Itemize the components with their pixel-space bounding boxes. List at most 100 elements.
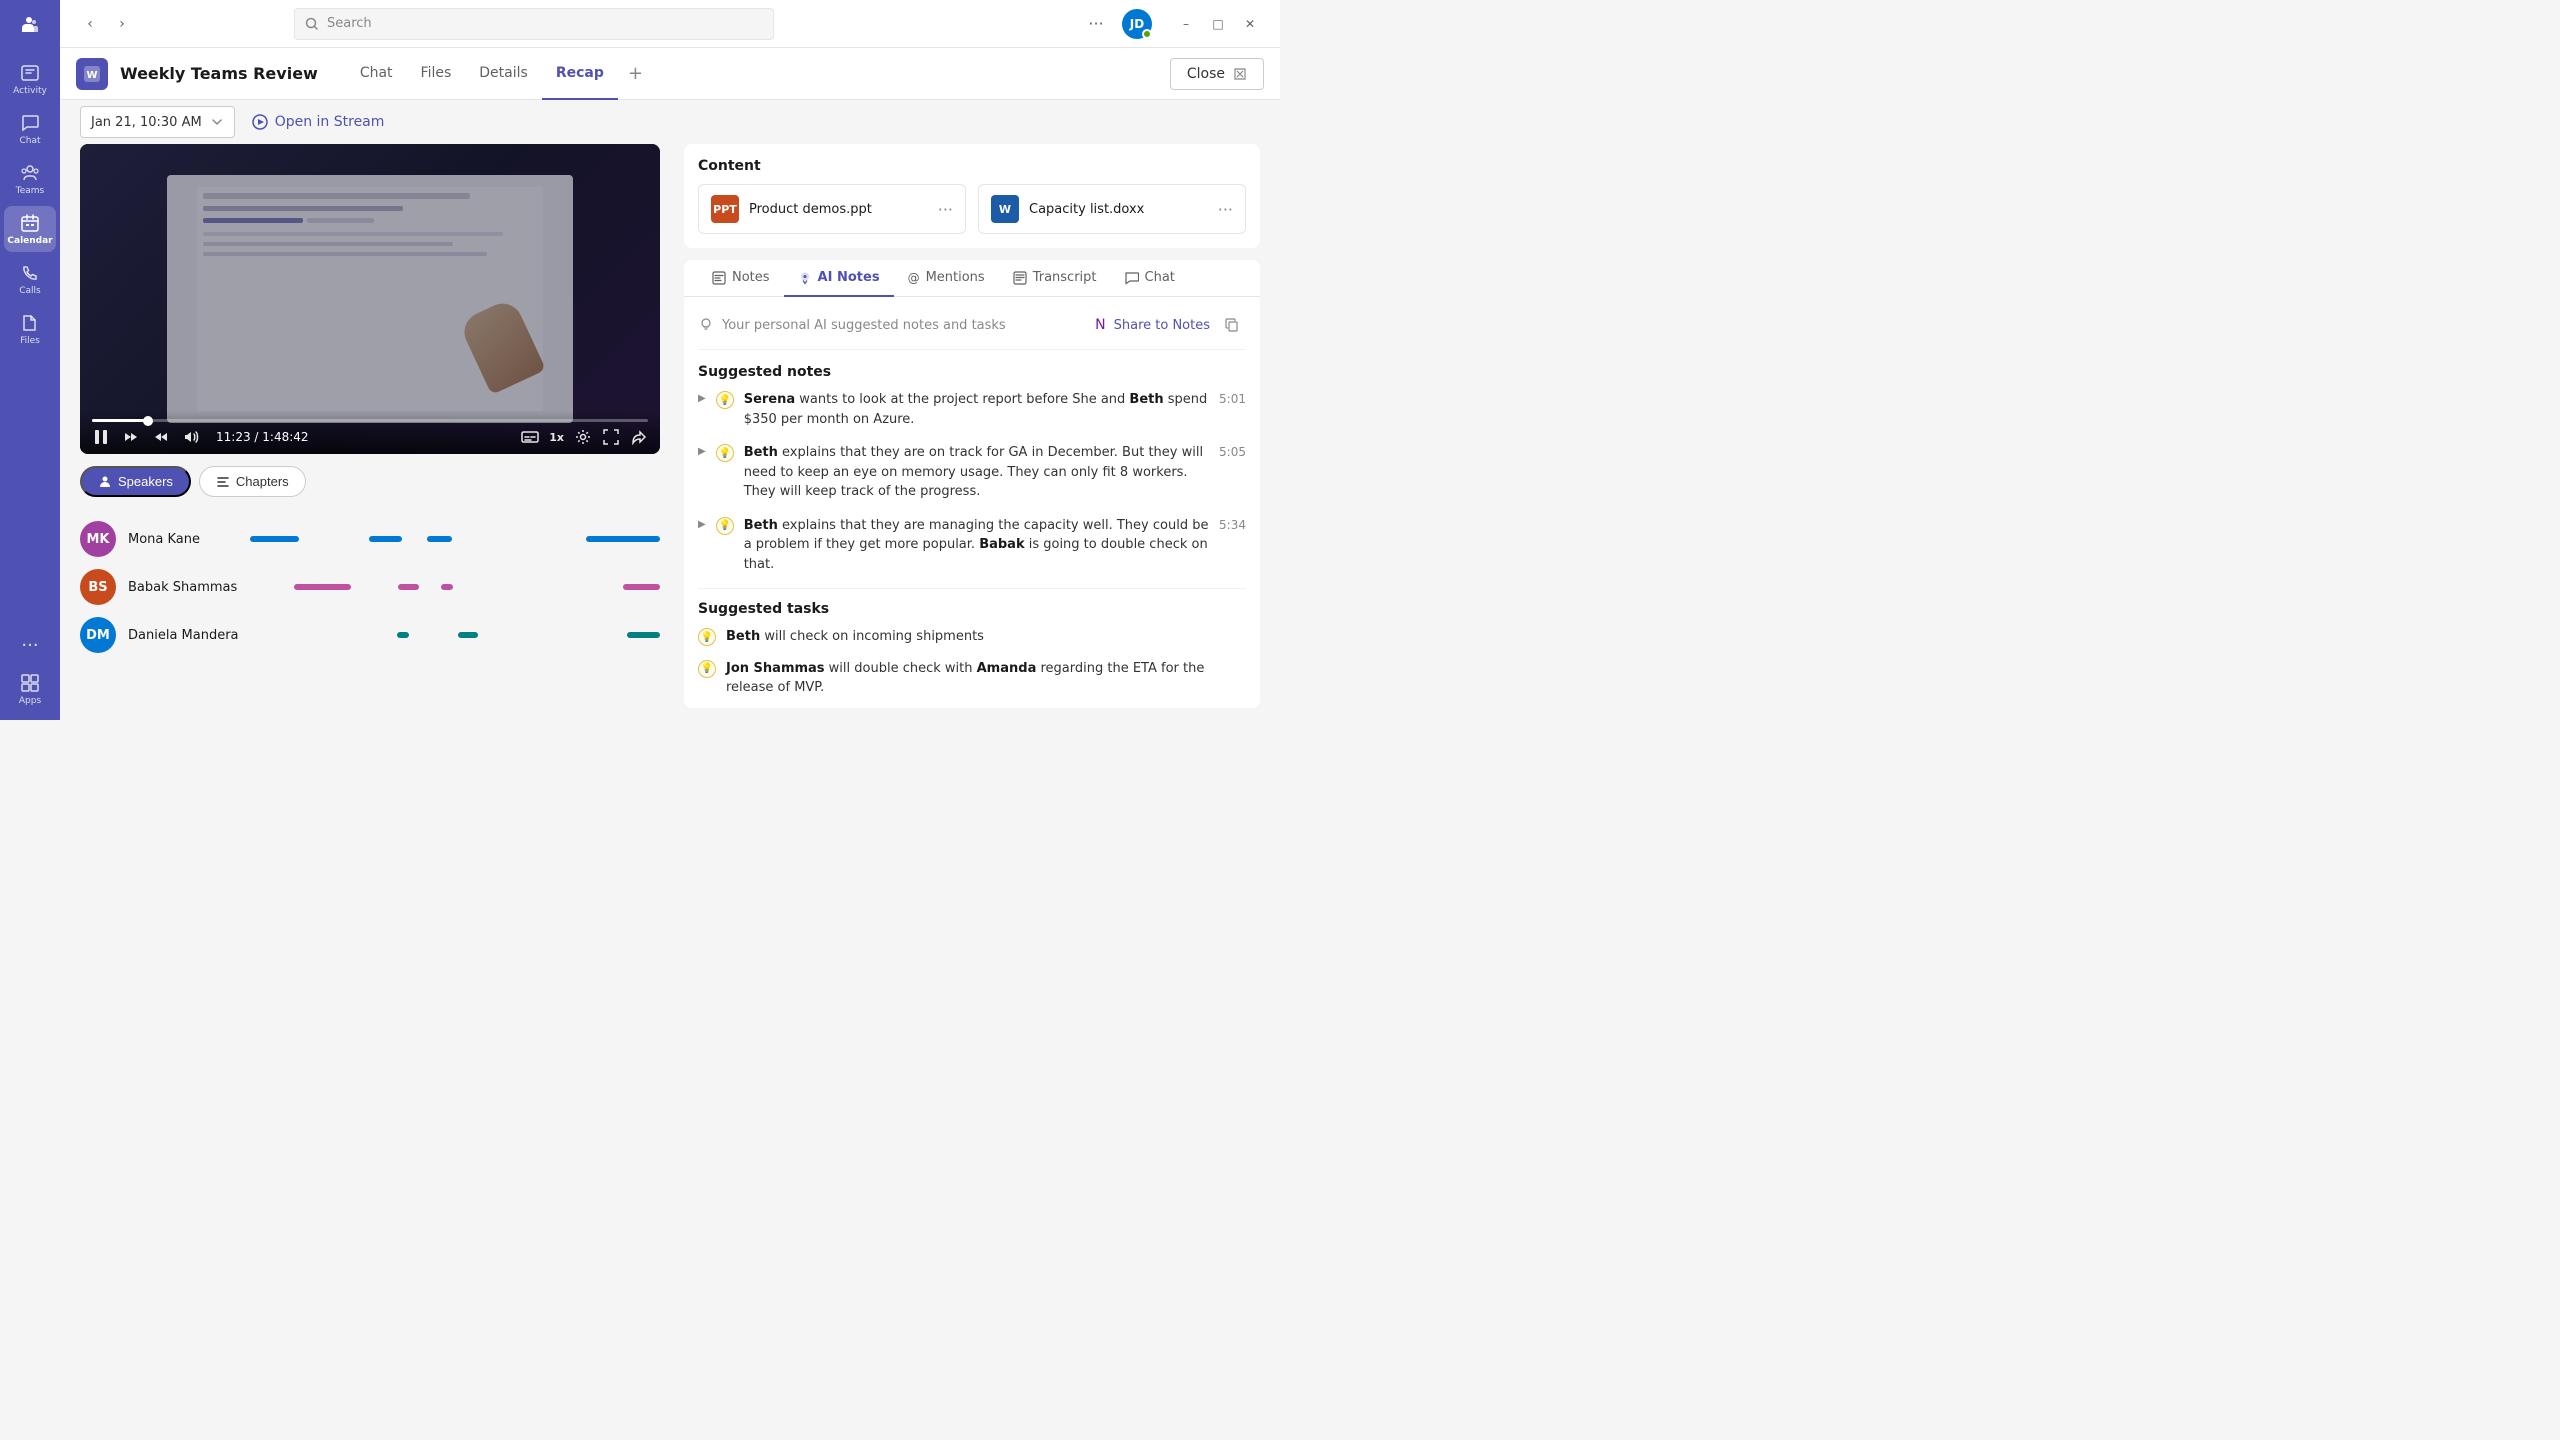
maximize-button[interactable]: □: [1204, 10, 1232, 38]
window-controls: – □ ✕: [1172, 10, 1264, 38]
note-item: ▶ 💡 Beth explains that they are on track…: [698, 443, 1246, 502]
note-expand-3[interactable]: ▶: [698, 519, 706, 530]
sidebar-item-teams-label: Teams: [16, 186, 44, 196]
sidebar-item-calls[interactable]: Calls: [4, 256, 56, 302]
note-time-2: 5:05: [1219, 445, 1246, 459]
minimize-button[interactable]: –: [1172, 10, 1200, 38]
close-window-button[interactable]: ✕: [1236, 10, 1264, 38]
more-options-icon[interactable]: ···: [15, 629, 44, 662]
sidebar-item-teams[interactable]: Teams: [4, 156, 56, 202]
divider: [698, 588, 1246, 589]
user-avatar[interactable]: JD: [1122, 9, 1152, 39]
ppt-more-button[interactable]: ···: [938, 200, 953, 219]
pause-button[interactable]: [92, 428, 110, 446]
suggested-tasks-title: Suggested tasks: [698, 601, 1246, 617]
speaker-row: MK Mona Kane: [80, 521, 660, 557]
speaker-avatar-daniela: DM: [80, 617, 116, 653]
open-in-stream-button[interactable]: Open in Stream: [251, 113, 385, 131]
close-icon: [1233, 67, 1247, 81]
task-text-1: Beth will check on incoming shipments: [726, 627, 1246, 647]
sidebar-item-apps[interactable]: Apps: [4, 666, 56, 712]
tab-files[interactable]: Files: [407, 48, 466, 100]
rewind-button[interactable]: [122, 428, 140, 446]
tab-chat[interactable]: Chat: [346, 48, 407, 100]
add-tab-button[interactable]: +: [618, 48, 653, 100]
more-menu-button[interactable]: ···: [1082, 10, 1110, 38]
fullscreen-button[interactable]: [602, 428, 620, 446]
docx-more-button[interactable]: ···: [1218, 200, 1233, 219]
file-item-ppt[interactable]: PPT Product demos.ppt ···: [698, 184, 966, 234]
tab-transcript[interactable]: Transcript: [999, 260, 1111, 297]
date-picker[interactable]: Jan 21, 10:30 AM: [80, 106, 235, 138]
note-text-1: Serena wants to look at the project repo…: [744, 390, 1209, 429]
calendar-icon: [19, 212, 41, 234]
note-item: ▶ 💡 Serena wants to look at the project …: [698, 390, 1246, 429]
chapters-tab-button[interactable]: Chapters: [199, 466, 306, 497]
sidebar-item-calendar-label: Calendar: [7, 236, 52, 246]
search-icon: [305, 17, 319, 31]
speaker-name-mona: Mona Kane: [128, 532, 238, 547]
share-to-notes-button[interactable]: N Share to Notes: [1095, 311, 1246, 339]
docx-file-icon: W: [991, 195, 1019, 223]
tab-mentions[interactable]: @ Mentions: [894, 260, 999, 297]
avatar-status-indicator: [1142, 29, 1152, 39]
task-bulb-icon-2: 💡: [698, 660, 716, 678]
ai-bulb-icon: [698, 317, 714, 333]
volume-button[interactable]: [182, 428, 200, 446]
speakers-tab-button[interactable]: Speakers: [80, 466, 191, 497]
timeline-segment: [623, 584, 660, 590]
channel-tabs: Chat Files Details Recap +: [346, 48, 653, 100]
tab-details[interactable]: Details: [465, 48, 542, 100]
search-placeholder: Search: [327, 16, 372, 31]
share-video-button[interactable]: [630, 428, 648, 446]
timeline-segment: [441, 584, 453, 590]
teams-logo[interactable]: [12, 8, 48, 44]
sidebar-item-activity[interactable]: Activity: [4, 56, 56, 102]
apps-icon: [19, 672, 41, 694]
ai-notes-tab-icon: [798, 271, 812, 285]
speaker-timeline-daniela: [251, 631, 660, 639]
note-expand-1[interactable]: ▶: [698, 393, 706, 404]
notes-tab-icon: [712, 271, 726, 285]
sidebar-item-activity-label: Activity: [13, 86, 47, 96]
ai-header: Your personal AI suggested notes and tas…: [698, 311, 1246, 350]
search-bar[interactable]: Search: [294, 8, 774, 40]
recap-toolbar: Jan 21, 10:30 AM Open in Stream: [60, 100, 1280, 144]
forward-button[interactable]: [152, 428, 170, 446]
sidebar-item-files[interactable]: Files: [4, 306, 56, 352]
note-item: ▶ 💡 Beth explains that they are managing…: [698, 516, 1246, 575]
main-content: ‹ › Search ··· JD – □ ✕: [60, 0, 1280, 720]
ai-tabs: Notes AI Notes @ Mentions: [684, 260, 1260, 297]
mentions-at-icon: @: [908, 271, 920, 285]
copy-button[interactable]: [1218, 311, 1246, 339]
note-expand-2[interactable]: ▶: [698, 446, 706, 457]
ai-content: Your personal AI suggested notes and tas…: [684, 297, 1260, 708]
sidebar-item-chat[interactable]: Chat: [4, 106, 56, 152]
copy-icon: [1225, 318, 1239, 332]
sidebar-item-files-label: Files: [20, 336, 40, 346]
tab-recap[interactable]: Recap: [542, 48, 618, 100]
content-label: Content: [698, 158, 1246, 174]
tab-ai-notes[interactable]: AI Notes: [784, 260, 894, 297]
speed-button[interactable]: 1x: [549, 431, 564, 444]
tab-notes[interactable]: Notes: [698, 260, 784, 297]
tab-chat[interactable]: Chat: [1111, 260, 1189, 297]
back-button[interactable]: ‹: [76, 10, 104, 38]
sidebar-item-calendar[interactable]: Calendar: [4, 206, 56, 252]
topbar-right: ··· JD – □ ✕: [1082, 9, 1264, 39]
note-bulb-icon-2: 💡: [716, 444, 734, 462]
forward-button[interactable]: ›: [108, 10, 136, 38]
progress-bar[interactable]: [92, 419, 648, 422]
settings-button[interactable]: [574, 428, 592, 446]
activity-icon: [19, 62, 41, 84]
chat-tab-icon: [1125, 271, 1139, 285]
calls-icon: [19, 262, 41, 284]
video-container[interactable]: 11:23 / 1:48:42 1x: [80, 144, 660, 454]
ai-panel: Notes AI Notes @ Mentions: [684, 260, 1260, 708]
close-button[interactable]: Close: [1170, 58, 1264, 90]
file-item-docx[interactable]: W Capacity list.doxx ···: [978, 184, 1246, 234]
video-panel: 11:23 / 1:48:42 1x: [80, 144, 660, 720]
transcript-tab-icon: [1013, 271, 1027, 285]
captions-button[interactable]: [521, 428, 539, 446]
sidebar-item-calls-label: Calls: [19, 286, 41, 296]
